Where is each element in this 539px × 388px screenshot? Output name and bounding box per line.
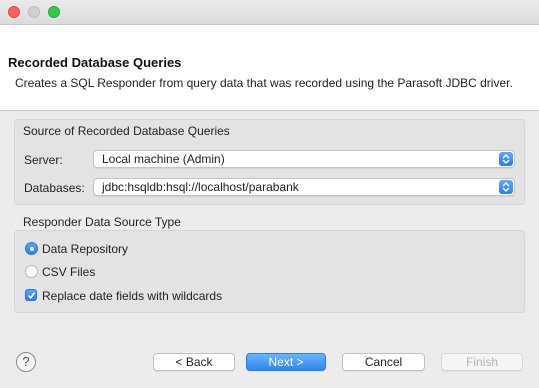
help-button[interactable]: ? [16, 352, 36, 372]
help-icon: ? [22, 354, 30, 369]
databases-select[interactable]: jdbc:hsqldb:hsql://localhost/parabank [93, 178, 515, 196]
next-button[interactable]: Next > [246, 353, 326, 371]
data-repository-radio[interactable] [25, 242, 38, 255]
databases-label: Databases: [24, 181, 85, 195]
close-window-button[interactable] [8, 6, 20, 18]
chevron-updown-icon [499, 180, 513, 194]
data-repository-label[interactable]: Data Repository [42, 242, 128, 256]
finish-button[interactable]: Finish [441, 353, 523, 371]
csv-files-radio[interactable] [25, 265, 38, 278]
page-description: Creates a SQL Responder from query data … [15, 76, 513, 90]
responder-group-label: Responder Data Source Type [23, 215, 181, 229]
minimize-window-button[interactable] [28, 6, 40, 18]
replace-dates-checkbox[interactable] [25, 289, 37, 301]
window-titlebar [0, 0, 539, 25]
server-select[interactable]: Local machine (Admin) [93, 150, 515, 168]
source-group-label: Source of Recorded Database Queries [23, 124, 230, 138]
zoom-window-button[interactable] [48, 6, 60, 18]
cancel-button[interactable]: Cancel [342, 353, 425, 371]
page-title: Recorded Database Queries [8, 55, 182, 70]
back-button[interactable]: < Back [153, 353, 235, 371]
databases-select-value: jdbc:hsqldb:hsql://localhost/parabank [102, 180, 299, 194]
csv-files-label[interactable]: CSV Files [42, 265, 95, 279]
replace-dates-label[interactable]: Replace date fields with wildcards [42, 289, 222, 303]
server-select-value: Local machine (Admin) [102, 152, 225, 166]
wizard-header: Recorded Database Queries Creates a SQL … [0, 25, 539, 111]
chevron-updown-icon [499, 152, 513, 166]
server-label: Server: [24, 153, 63, 167]
